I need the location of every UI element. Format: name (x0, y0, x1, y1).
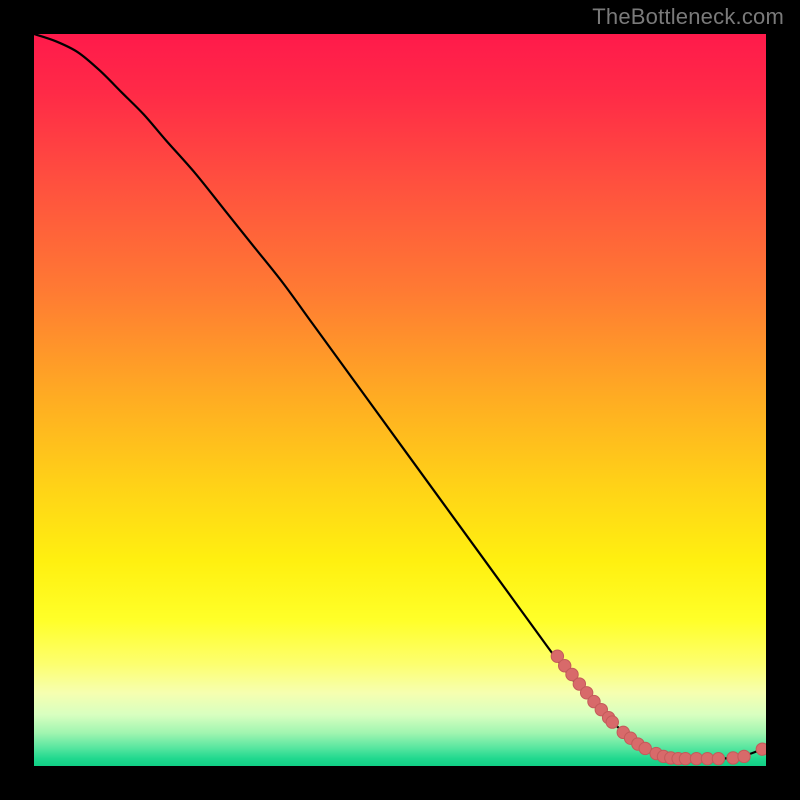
highlight-dot (756, 743, 766, 755)
attribution-text: TheBottleneck.com (592, 4, 784, 30)
plot-area (34, 34, 766, 766)
highlight-dot (738, 750, 750, 762)
highlight-dot (712, 752, 724, 764)
highlight-dot (727, 752, 739, 764)
highlight-dot (606, 716, 618, 728)
gradient-background (34, 34, 766, 766)
chart-svg (34, 34, 766, 766)
chart-frame: TheBottleneck.com (0, 0, 800, 800)
